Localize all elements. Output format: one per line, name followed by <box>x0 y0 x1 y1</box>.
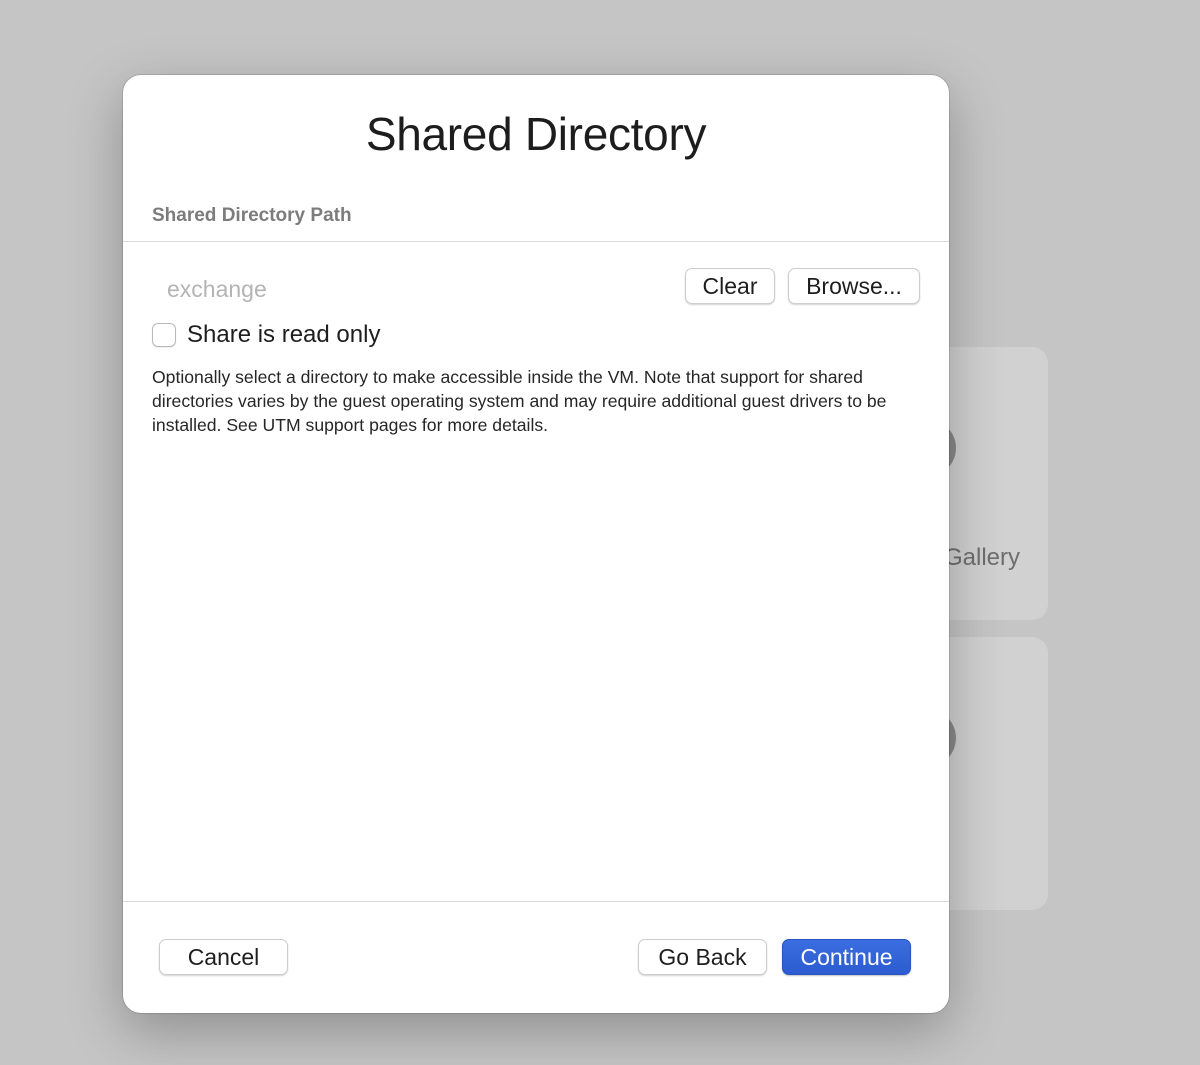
shared-directory-description: Optionally select a directory to make ac… <box>152 367 887 435</box>
background-gallery-label: Gallery <box>944 544 1021 571</box>
shared-directory-path-field[interactable] <box>152 271 667 307</box>
go-back-button[interactable]: Go Back <box>638 939 767 975</box>
read-only-option[interactable]: Share is read only <box>152 321 380 349</box>
cancel-button[interactable]: Cancel <box>159 939 288 975</box>
browse-button[interactable]: Browse... <box>788 268 920 304</box>
read-only-label[interactable]: Share is read only <box>187 321 380 349</box>
section-header-shared-directory-path: Shared Directory Path <box>152 205 352 226</box>
read-only-checkbox[interactable] <box>152 323 176 347</box>
shared-directory-dialog: Shared Directory Shared Directory Path C… <box>123 75 949 1013</box>
section-divider <box>123 241 949 242</box>
clear-button[interactable]: Clear <box>685 268 775 304</box>
dialog-title: Shared Directory <box>365 108 707 160</box>
continue-button[interactable]: Continue <box>782 939 911 975</box>
footer-divider <box>123 901 949 902</box>
